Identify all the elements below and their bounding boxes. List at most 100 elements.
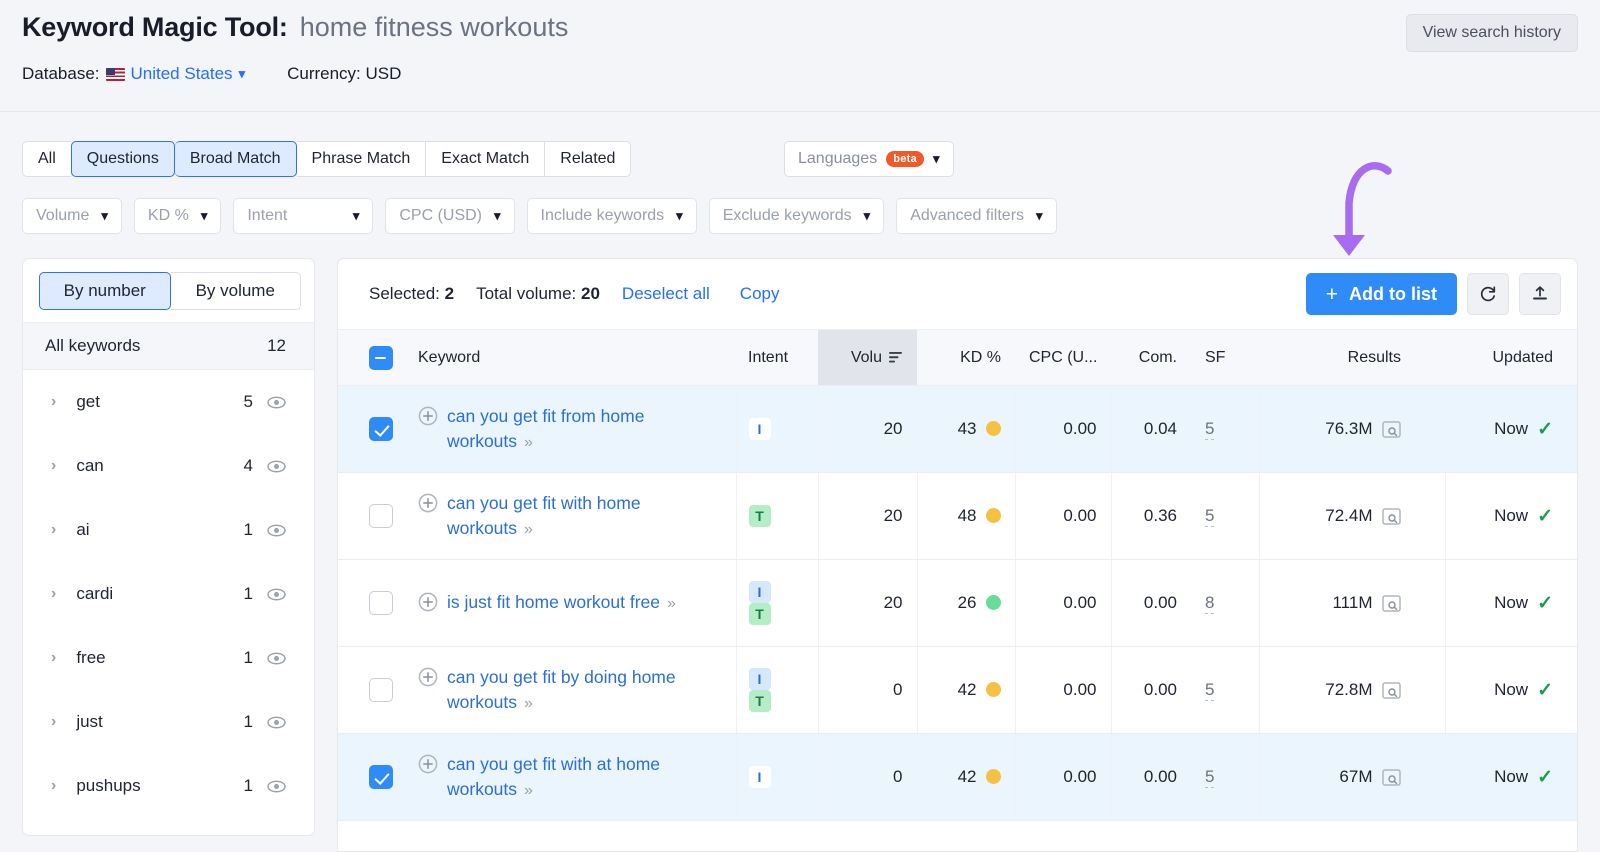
refresh-button[interactable] bbox=[1467, 273, 1509, 315]
filter-cpc[interactable]: CPC (USD) ▾ bbox=[385, 198, 515, 234]
row-checkbox[interactable] bbox=[369, 678, 393, 702]
row-checkbox[interactable] bbox=[369, 504, 393, 528]
table-row[interactable]: can you get fit by doing home workouts» … bbox=[338, 646, 1577, 734]
chevron-right-icon[interactable]: › bbox=[51, 777, 56, 795]
keyword-link[interactable]: can you get fit with home workouts» bbox=[447, 491, 714, 542]
header-results[interactable]: Results bbox=[1259, 329, 1445, 386]
header-intent[interactable]: Intent bbox=[736, 329, 818, 386]
header-updated[interactable]: Updated bbox=[1445, 329, 1577, 386]
table-row[interactable]: is just fit home workout free» I T 20 26… bbox=[338, 559, 1577, 647]
tab-exact-match[interactable]: Exact Match bbox=[425, 141, 545, 177]
sidebar-item-can[interactable]: › can 4 bbox=[23, 434, 314, 498]
add-keyword-icon[interactable] bbox=[418, 592, 438, 612]
sidebar-item-free[interactable]: › free 1 bbox=[23, 626, 314, 690]
filter-intent[interactable]: Intent ▾ bbox=[233, 198, 374, 234]
expand-icon[interactable]: » bbox=[667, 595, 676, 612]
sidebar-item-pushups[interactable]: › pushups 1 bbox=[23, 754, 314, 818]
chevron-down-icon: ▾ bbox=[676, 208, 683, 223]
select-all-checkbox[interactable] bbox=[369, 345, 393, 370]
table-row[interactable]: can you get fit with home workouts» T 20… bbox=[338, 472, 1577, 560]
header-kd[interactable]: KD % bbox=[917, 329, 1015, 386]
header-sf[interactable]: SF bbox=[1191, 329, 1259, 386]
sidebar-item-just[interactable]: › just 1 bbox=[23, 690, 314, 754]
keyword-link[interactable]: is just fit home workout free» bbox=[447, 590, 676, 616]
sidebar-item-label: ai bbox=[76, 520, 90, 539]
tab-related[interactable]: Related bbox=[544, 141, 632, 177]
expand-icon[interactable]: » bbox=[524, 434, 533, 451]
sort-icon bbox=[889, 352, 902, 363]
row-checkbox[interactable] bbox=[369, 765, 393, 789]
row-intent-cell: I bbox=[735, 733, 818, 821]
eye-icon[interactable] bbox=[267, 585, 286, 604]
keyword-link[interactable]: can you get fit with at home workouts» bbox=[447, 752, 714, 803]
eye-icon[interactable] bbox=[267, 393, 286, 412]
tab-phrase-match[interactable]: Phrase Match bbox=[296, 141, 426, 177]
deselect-all-button[interactable]: Deselect all bbox=[622, 284, 710, 304]
serp-icon[interactable] bbox=[1381, 594, 1401, 612]
filter-advanced[interactable]: Advanced filters ▾ bbox=[896, 198, 1057, 234]
chevron-right-icon[interactable]: › bbox=[51, 521, 56, 539]
serp-icon[interactable] bbox=[1381, 681, 1401, 699]
add-to-list-button[interactable]: + Add to list bbox=[1305, 273, 1457, 315]
check-icon: ✓ bbox=[1537, 766, 1553, 788]
row-com-cell: 0.00 bbox=[1110, 646, 1191, 734]
sidebar-item-cardi[interactable]: › cardi 1 bbox=[23, 562, 314, 626]
chevron-right-icon[interactable]: › bbox=[51, 713, 56, 731]
add-keyword-icon[interactable] bbox=[418, 667, 438, 687]
expand-icon[interactable]: » bbox=[524, 782, 533, 799]
row-intent-cell: I T bbox=[735, 559, 818, 647]
row-sf-cell: 5 bbox=[1191, 733, 1259, 821]
eye-icon[interactable] bbox=[267, 649, 286, 668]
sidebar-item-all-keywords[interactable]: All keywords 12 bbox=[23, 322, 314, 370]
header-cpc[interactable]: CPC (U... bbox=[1015, 329, 1111, 386]
sort-by-volume-button[interactable]: By volume bbox=[170, 272, 301, 310]
export-button[interactable] bbox=[1519, 273, 1561, 315]
serp-icon[interactable] bbox=[1381, 420, 1401, 438]
eye-icon[interactable] bbox=[267, 457, 286, 476]
header-com[interactable]: Com. bbox=[1111, 329, 1191, 386]
expand-icon[interactable]: » bbox=[524, 695, 533, 712]
add-keyword-icon[interactable] bbox=[418, 493, 438, 513]
sort-by-number-button[interactable]: By number bbox=[39, 272, 171, 310]
filter-include-keywords[interactable]: Include keywords ▾ bbox=[526, 198, 697, 234]
eye-icon[interactable] bbox=[267, 777, 286, 796]
keyword-link[interactable]: can you get fit by doing home workouts» bbox=[447, 665, 714, 716]
tab-all[interactable]: All bbox=[22, 141, 71, 177]
selected-count-value: 2 bbox=[444, 284, 455, 303]
keyword-link[interactable]: can you get fit from home workouts» bbox=[447, 404, 714, 455]
row-checkbox[interactable] bbox=[369, 591, 393, 615]
chevron-right-icon[interactable]: › bbox=[51, 649, 56, 667]
sidebar-item-ai[interactable]: › ai 1 bbox=[23, 498, 314, 562]
filter-exclude-keywords[interactable]: Exclude keywords ▾ bbox=[708, 198, 885, 234]
tab-broad-match[interactable]: Broad Match bbox=[174, 141, 297, 177]
row-volume-cell: 0 bbox=[817, 646, 917, 734]
serp-icon[interactable] bbox=[1381, 507, 1401, 525]
database-selector[interactable]: Database: United States ▾ bbox=[22, 64, 245, 84]
chevron-right-icon[interactable]: › bbox=[51, 457, 56, 475]
add-keyword-icon[interactable] bbox=[418, 754, 438, 774]
header-volume-label: Volu bbox=[850, 348, 882, 366]
row-cpc-cell: 0.00 bbox=[1014, 385, 1111, 473]
table-row[interactable]: can you get fit from home workouts» I 20… bbox=[338, 385, 1577, 473]
database-value[interactable]: United States bbox=[131, 64, 233, 84]
add-keyword-icon[interactable] bbox=[418, 406, 438, 426]
filter-kd[interactable]: KD % ▾ bbox=[133, 198, 222, 234]
table-row[interactable]: can you get fit with at home workouts» I… bbox=[338, 733, 1577, 821]
chevron-down-icon[interactable]: ▾ bbox=[239, 66, 246, 82]
serp-icon[interactable] bbox=[1381, 768, 1401, 786]
eye-icon[interactable] bbox=[267, 521, 286, 540]
chevron-right-icon[interactable]: › bbox=[51, 585, 56, 603]
header-volume[interactable]: Volu bbox=[818, 329, 917, 386]
copy-button[interactable]: Copy bbox=[740, 284, 780, 304]
chevron-right-icon[interactable]: › bbox=[51, 393, 56, 411]
expand-icon[interactable]: » bbox=[524, 521, 533, 538]
row-checkbox[interactable] bbox=[369, 417, 393, 441]
view-search-history-button[interactable]: View search history bbox=[1405, 14, 1578, 52]
eye-icon[interactable] bbox=[267, 713, 286, 732]
intent-badge: I bbox=[748, 418, 771, 440]
tab-questions[interactable]: Questions bbox=[70, 141, 175, 177]
sidebar-item-get[interactable]: › get 5 bbox=[23, 370, 314, 434]
header-keyword[interactable]: Keyword bbox=[416, 329, 736, 386]
filter-volume[interactable]: Volume ▾ bbox=[22, 198, 122, 234]
languages-dropdown[interactable]: Languages beta ▾ bbox=[784, 141, 954, 177]
